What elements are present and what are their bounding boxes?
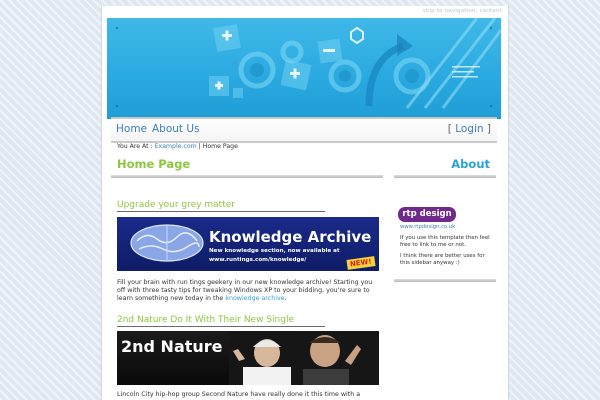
article-heading[interactable]: 2nd Nature Do It With Their New Single [117,315,325,327]
breadcrumb: You Are At : Example.com | Home Page [111,142,503,152]
knowledge-archive-line1: New knowledge section, now available at [209,248,340,254]
knowledge-archive-link[interactable]: knowledge archive [225,295,284,302]
banner-graphic [115,18,501,109]
sidebar-bottom-divider [394,279,496,282]
sidebar-paragraph-2: I think there are better uses for this s… [400,253,485,266]
sidebar-paragraph-1: If you use this template then feel free … [400,235,490,248]
skip-separator: , [475,8,478,14]
article-heading[interactable]: Upgrade your grey matter [117,200,325,212]
sidebar-title-divider [394,175,496,178]
main-navigation: Home About Us [ Login ] [111,117,497,143]
rtp-design-logo[interactable]: rtp design [398,207,456,222]
article-text-tail: . [284,295,287,302]
skip-content-link[interactable]: content [480,8,502,14]
band-photo [229,331,379,385]
knowledge-archive-line2: www.runtings.com/knowledge/ [209,257,307,263]
breadcrumb-home-link[interactable]: Example.com [155,143,197,150]
header-banner [107,18,501,119]
sidebar-title: About [451,157,490,171]
article-paragraph: Lincoln City hip-hop group Second Nature… [117,391,382,399]
main-title-divider [111,175,383,178]
skip-navigation-link[interactable]: skip to navigation [423,8,476,14]
breadcrumb-label: You Are At : [117,143,153,150]
second-nature-image[interactable]: 2nd Nature [117,331,379,385]
nav-home-link[interactable]: Home [116,123,147,135]
brain-icon [130,224,204,262]
nav-about-link[interactable]: About Us [152,123,200,135]
second-nature-title: 2nd Nature [121,337,223,356]
rtp-design-url[interactable]: www.rtpdesign.co.uk [400,224,455,230]
login-bracket-open: [ [447,123,452,135]
knowledge-archive-title: Knowledge Archive [209,228,372,246]
nav-login-link[interactable]: Login [455,123,483,135]
login-bracket-close: ] [486,123,491,135]
new-badge: NEW! [346,256,376,270]
breadcrumb-current: Home Page [202,143,238,150]
article-paragraph: Fill your brain with run tings geekery i… [117,279,382,303]
knowledge-archive-image[interactable]: Knowledge Archive New knowledge section,… [117,217,379,271]
nav-login: [ Login ] [448,123,491,135]
sidebar-about-box: rtp design www.rtpdesign.co.uk If you us… [396,193,496,273]
main-page-title: Home Page [117,157,191,171]
skip-links: skip to navigation, content [423,8,502,14]
breadcrumb-separator: | [198,143,201,150]
article-text: Lincoln City hip-hop group Second Nature… [117,391,361,398]
